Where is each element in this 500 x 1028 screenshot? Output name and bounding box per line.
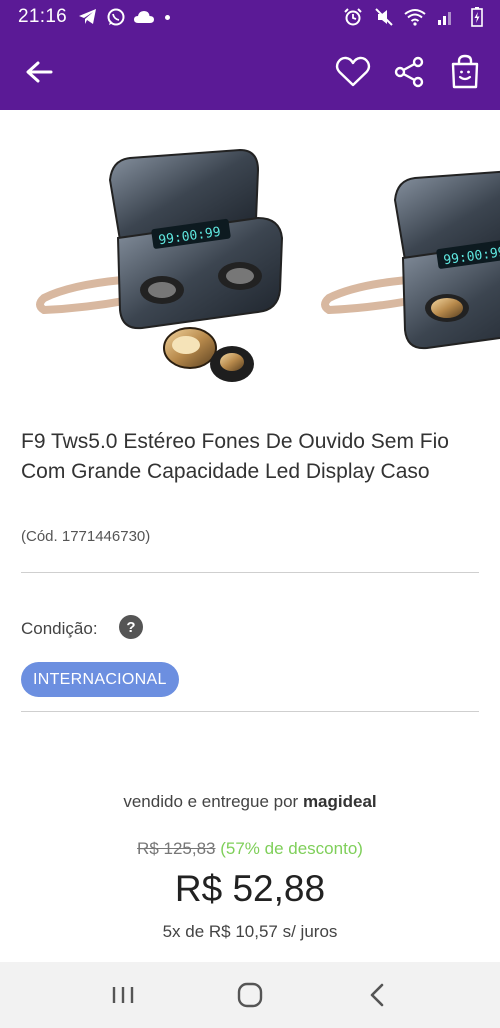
product-image[interactable]: 99:00:99 xyxy=(30,140,300,390)
share-icon[interactable] xyxy=(390,53,428,91)
product-code: (Cód. 1771446730) xyxy=(21,528,151,545)
system-nav-bar xyxy=(0,962,500,1028)
condition-badge: INTERNACIONAL xyxy=(21,662,179,697)
help-icon[interactable]: ? xyxy=(119,615,143,639)
seller-info: vendido e entregue por magideal xyxy=(0,792,500,812)
current-price: R$ 52,88 xyxy=(174,868,326,909)
old-price-line: R$ 125,83 (57% de desconto) xyxy=(0,839,500,859)
installments-text: 5x de R$ 10,57 s/ juros xyxy=(162,922,338,941)
heart-icon[interactable] xyxy=(334,53,372,91)
back-arrow-icon[interactable] xyxy=(22,55,56,89)
condition-label: Condição: xyxy=(21,619,98,638)
seller-name[interactable]: magideal xyxy=(303,792,377,811)
back-icon[interactable] xyxy=(355,973,399,1017)
product-title: F9 Tws5.0 Estéreo Fones De Ouvido Sem Fi… xyxy=(21,430,449,483)
mute-icon xyxy=(373,7,395,27)
signal-icon xyxy=(435,7,457,27)
home-icon[interactable] xyxy=(228,973,272,1017)
app-bar xyxy=(0,34,500,110)
alarm-icon xyxy=(342,7,364,27)
product-image[interactable]: 99:00:99 xyxy=(315,140,500,390)
old-price: R$ 125,83 xyxy=(137,839,216,858)
discount-text: (57% de desconto) xyxy=(220,839,363,858)
product-image-carousel[interactable]: 99:00:99 99:00:99 xyxy=(0,110,500,405)
cloud-icon xyxy=(133,7,155,27)
battery-icon xyxy=(466,7,488,27)
wifi-icon xyxy=(404,7,426,27)
telegram-icon xyxy=(77,7,99,27)
whatsapp-icon xyxy=(105,7,127,27)
status-bar: 21:16 xyxy=(0,0,500,34)
recent-apps-icon[interactable] xyxy=(101,973,145,1017)
shopping-bag-icon[interactable] xyxy=(446,53,484,91)
status-time: 21:16 xyxy=(18,6,68,27)
divider xyxy=(21,711,479,712)
dot-icon xyxy=(165,14,171,20)
seller-prefix: vendido e entregue por xyxy=(123,792,299,811)
divider xyxy=(21,572,479,573)
